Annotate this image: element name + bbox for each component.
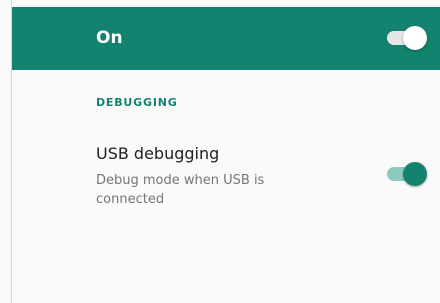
section-header-debugging: DEBUGGING [96, 96, 178, 109]
master-switch-thumb [403, 26, 427, 50]
usb-debugging-title: USB debugging [96, 144, 220, 163]
usb-debugging-summary: Debug mode when USB is connected [96, 173, 265, 207]
master-switch-label: On [96, 28, 123, 48]
settings-list: DEBUGGING USB debugging Debug mode when … [12, 70, 440, 303]
master-switch-bar[interactable]: On [12, 7, 440, 70]
window-edge [0, 0, 12, 303]
usb-debugging-preference[interactable]: USB debugging Debug mode when USB is con… [12, 136, 440, 212]
master-toggle-switch[interactable] [387, 25, 427, 51]
usb-debugging-toggle-switch[interactable] [387, 161, 427, 187]
usb-debugging-switch-thumb [403, 162, 427, 186]
